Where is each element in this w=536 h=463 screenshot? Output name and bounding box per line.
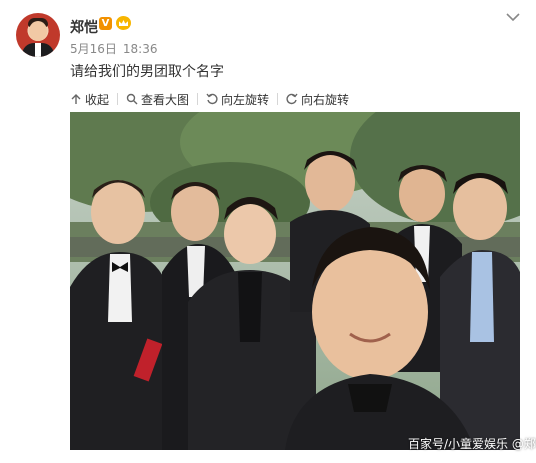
verified-icon: V bbox=[99, 17, 112, 30]
image-toolbar: 收起 查看大图 向左旋转 向右旋转 bbox=[70, 90, 349, 108]
post-image[interactable] bbox=[70, 112, 520, 450]
group-photo bbox=[70, 112, 520, 450]
username[interactable]: 郑恺 bbox=[70, 17, 98, 37]
toolbar-divider bbox=[277, 93, 279, 105]
rotate-left-label: 向左旋转 bbox=[221, 92, 270, 107]
view-large-button[interactable]: 查看大图 bbox=[126, 91, 189, 108]
view-large-label: 查看大图 bbox=[141, 92, 190, 107]
search-icon bbox=[126, 93, 138, 105]
chevron-down-icon[interactable] bbox=[506, 12, 520, 22]
toolbar-divider bbox=[117, 93, 119, 105]
rotate-right-icon bbox=[286, 93, 298, 105]
collect-button[interactable]: 收起 bbox=[70, 91, 109, 108]
toolbar-divider bbox=[197, 93, 199, 105]
rotate-left-icon bbox=[206, 93, 218, 105]
post-time: 18:36 bbox=[122, 42, 158, 56]
post-meta: 5月16日 18:36 bbox=[70, 40, 164, 57]
avatar[interactable] bbox=[16, 13, 60, 57]
crown-icon bbox=[116, 16, 131, 30]
collect-label: 收起 bbox=[85, 92, 110, 107]
post-text: 请给我们的男团取个名字 bbox=[70, 64, 224, 80]
rotate-left-button[interactable]: 向左旋转 bbox=[206, 91, 269, 108]
post-date: 5月16日 bbox=[70, 42, 117, 56]
image-watermark: 百家号/小童爱娱乐 @郑恺 bbox=[408, 437, 536, 451]
rotate-right-label: 向右旋转 bbox=[301, 92, 350, 107]
collapse-up-icon bbox=[71, 94, 81, 104]
rotate-right-button[interactable]: 向右旋转 bbox=[286, 91, 349, 108]
